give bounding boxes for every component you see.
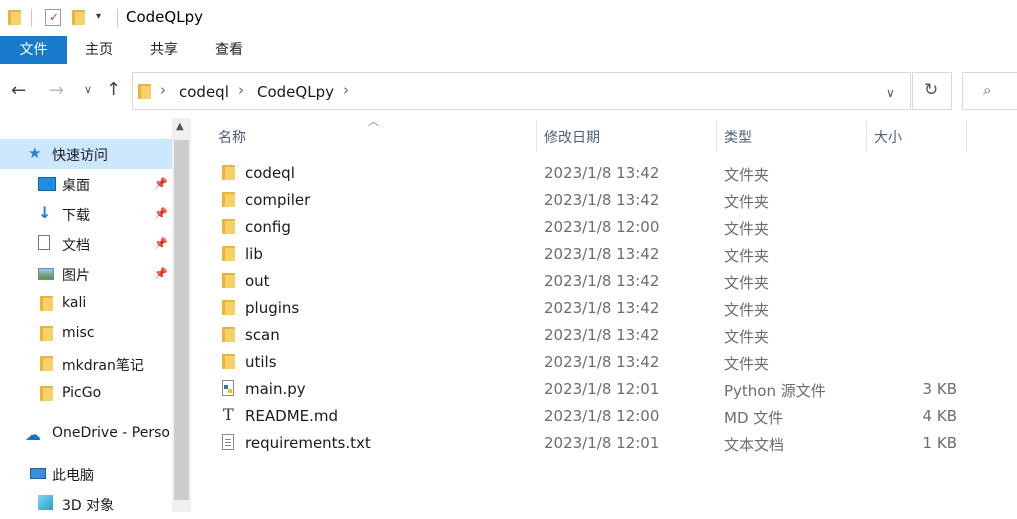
download-icon: ↓ (38, 203, 52, 222)
list-item[interactable]: lib 2023/1/8 13:42 文件夹 (215, 241, 975, 268)
tab-view[interactable]: 查看 (203, 36, 255, 64)
list-item[interactable]: main.py 2023/1/8 12:01 Python 源文件 3 KB (215, 376, 975, 403)
forward-arrow-icon[interactable]: → (49, 80, 64, 101)
cloud-icon: ☁ (25, 425, 41, 444)
3d-objects-icon (38, 495, 53, 510)
search-icon: ⌕ (983, 81, 992, 99)
nav-pictures[interactable]: 图片 📌 (0, 259, 172, 289)
scrollbar-thumb[interactable] (174, 140, 189, 500)
list-item[interactable]: requirements.txt 2023/1/8 12:01 文本文档 1 K… (215, 430, 975, 457)
breadcrumb-chevron-icon[interactable]: › (343, 81, 349, 99)
list-item[interactable]: plugins 2023/1/8 13:42 文件夹 (215, 295, 975, 322)
nav-folder-kali[interactable]: kali (0, 289, 172, 319)
pin-icon[interactable]: 📌 (154, 177, 168, 190)
list-item[interactable]: codeql 2023/1/8 13:42 文件夹 (215, 160, 975, 187)
tab-file[interactable]: 文件 (0, 36, 67, 64)
list-item[interactable]: scan 2023/1/8 13:42 文件夹 (215, 322, 975, 349)
text-document-icon (222, 434, 234, 450)
column-divider[interactable] (866, 120, 867, 152)
tab-home[interactable]: 主页 (73, 36, 125, 64)
back-arrow-icon[interactable]: ← (11, 80, 26, 101)
nav-folder-picgo[interactable]: PicGo (0, 379, 172, 409)
recent-locations-chevron-icon[interactable]: ∨ (84, 83, 92, 96)
sort-ascending-icon: ︿ (368, 115, 379, 128)
folder-icon (222, 192, 235, 207)
nav-folder-misc[interactable]: misc (0, 319, 172, 349)
nav-downloads[interactable]: ↓ 下载 📌 (0, 199, 172, 229)
breadcrumb-codeql[interactable]: codeql (179, 83, 229, 101)
column-divider[interactable] (716, 120, 717, 152)
list-item[interactable]: out 2023/1/8 13:42 文件夹 (215, 268, 975, 295)
nav-folder-mkdran-notes[interactable]: mkdran笔记 (0, 349, 172, 379)
address-dropdown-icon[interactable]: ∨ (886, 86, 895, 100)
folder-icon (222, 165, 235, 180)
search-input[interactable]: ⌕ (962, 72, 1017, 110)
folder-icon (222, 273, 235, 288)
address-bar[interactable] (132, 72, 911, 110)
folder-icon (40, 386, 53, 401)
column-header-date[interactable]: 修改日期 (544, 127, 600, 147)
up-arrow-icon[interactable]: ↑ (106, 79, 121, 100)
column-header-name[interactable]: 名称 (218, 127, 246, 147)
document-icon (38, 235, 50, 250)
breadcrumb-chevron-icon[interactable]: › (160, 81, 166, 99)
pictures-icon (38, 268, 54, 280)
folder-icon (40, 356, 53, 371)
folder-icon (138, 84, 151, 99)
breadcrumb-codeqlpy[interactable]: CodeQLpy (257, 83, 334, 101)
folder-icon (222, 219, 235, 234)
nav-documents[interactable]: 文档 📌 (0, 229, 172, 259)
refresh-icon: ↻ (924, 80, 939, 100)
properties-icon[interactable]: ✓ (45, 9, 61, 26)
list-item[interactable]: T README.md 2023/1/8 12:00 MD 文件 4 KB (215, 403, 975, 430)
column-divider[interactable] (966, 120, 967, 152)
folder-icon (40, 326, 53, 341)
tab-share[interactable]: 共享 (138, 36, 190, 64)
new-folder-icon[interactable] (72, 10, 85, 25)
folder-icon (222, 327, 235, 342)
column-divider[interactable] (536, 120, 537, 152)
folder-icon (222, 354, 235, 369)
star-icon: ★ (28, 144, 42, 162)
computer-icon (30, 468, 46, 479)
text-file-icon: T (223, 405, 234, 424)
pin-icon[interactable]: 📌 (154, 267, 168, 280)
pin-icon[interactable]: 📌 (154, 237, 168, 250)
list-item[interactable]: utils 2023/1/8 13:42 文件夹 (215, 349, 975, 376)
refresh-button[interactable]: ↻ (912, 72, 952, 110)
nav-this-pc[interactable]: 此电脑 (0, 459, 172, 489)
folder-icon (222, 300, 235, 315)
nav-desktop[interactable]: 桌面 📌 (0, 169, 172, 199)
folder-icon (40, 296, 53, 311)
column-header-type[interactable]: 类型 (724, 127, 752, 147)
desktop-icon (38, 177, 56, 191)
folder-icon[interactable] (8, 10, 21, 25)
quick-access-dropdown-icon[interactable]: ▾ (96, 11, 101, 22)
breadcrumb-chevron-icon[interactable]: › (238, 81, 244, 99)
folder-icon (222, 246, 235, 261)
nav-onedrive[interactable]: ☁ OneDrive - Perso (0, 419, 172, 449)
pin-icon[interactable]: 📌 (154, 207, 168, 220)
nav-3d-objects[interactable]: 3D 对象 (0, 489, 172, 519)
window-title: CodeQLpy (126, 8, 203, 26)
list-item[interactable]: config 2023/1/8 12:00 文件夹 (215, 214, 975, 241)
divider (31, 9, 32, 27)
nav-quick-access[interactable]: ★ 快速访问 (0, 139, 172, 169)
list-item[interactable]: compiler 2023/1/8 13:42 文件夹 (215, 187, 975, 214)
python-file-icon (222, 380, 234, 396)
divider (117, 9, 118, 27)
scroll-up-arrow-icon[interactable]: ▲ (176, 121, 184, 132)
column-header-size[interactable]: 大小 (874, 127, 902, 147)
